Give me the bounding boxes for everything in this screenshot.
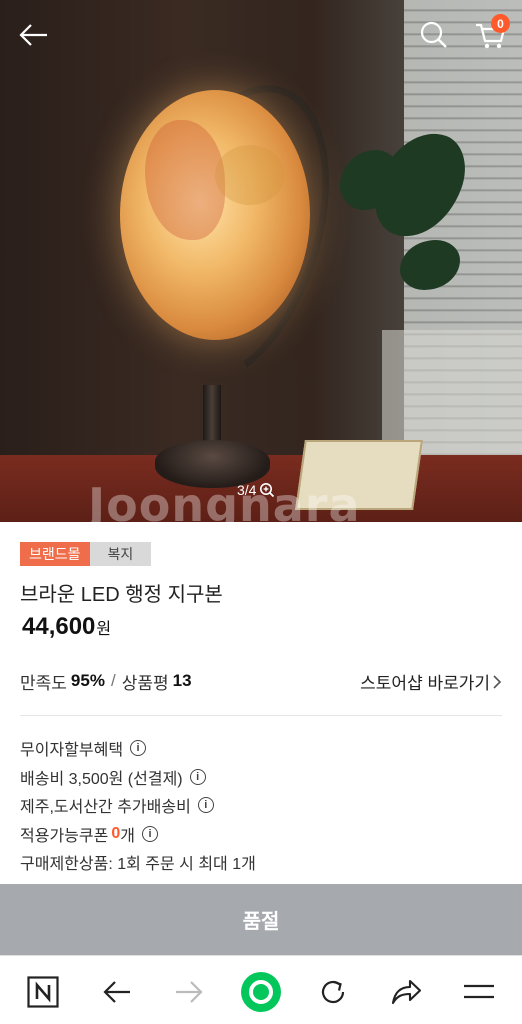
extra-shipping-label: 제주,도서산간 추가배송비 (20, 799, 191, 817)
forward-arrow-icon (176, 981, 203, 1003)
menu-icon (464, 984, 494, 999)
purchase-limit-label: 구매제한상품: 1회 주문 시 최대 1개 (20, 856, 256, 874)
green-dot-icon (241, 972, 281, 1012)
plant-illustration (300, 119, 477, 330)
share-icon (391, 979, 422, 1005)
coupon-label: 적용가능쿠폰 (20, 827, 109, 845)
globe-illustration (120, 90, 310, 340)
search-icon (420, 21, 447, 48)
naver-home-icon (27, 976, 59, 1008)
coupon-count: 0 (111, 824, 121, 842)
back-button[interactable] (14, 18, 54, 52)
price-unit: 원 (96, 621, 112, 638)
info-list: 무이자할부혜택 i 배송비 3,500원 (선결제) i 제주,도서산간 추가배… (20, 734, 256, 877)
nav-back-button[interactable] (95, 970, 139, 1014)
zoom-icon[interactable] (259, 482, 275, 498)
browser-navbar (0, 955, 522, 1024)
refresh-icon (321, 980, 345, 1004)
product-price: 44,600원 (22, 613, 111, 641)
nav-forward-button[interactable] (167, 970, 211, 1014)
review-label: 상품평 (121, 673, 169, 693)
product-title: 브라운 LED 행정 지구본 (20, 584, 223, 606)
info-icon[interactable]: i (189, 768, 206, 785)
review-count: 13 (172, 671, 192, 690)
image-counter[interactable]: 3/4 (237, 482, 275, 498)
cart-count-badge: 0 (491, 14, 510, 33)
info-icon[interactable]: i (130, 740, 147, 757)
brand-mall-tag[interactable]: 브랜드몰 (20, 542, 90, 566)
coupon-unit: 개 (120, 827, 135, 845)
extra-shipping-info: 제주,도서산간 추가배송비 i (20, 791, 256, 820)
product-image[interactable]: Joongnara 3/4 (0, 0, 522, 522)
rating-separator: / (110, 671, 116, 690)
refresh-button[interactable] (311, 970, 355, 1014)
info-icon[interactable]: i (197, 797, 214, 814)
cart-button[interactable]: 0 (470, 14, 512, 54)
top-bar: 0 (0, 0, 522, 70)
search-button[interactable] (415, 16, 453, 54)
soldout-button[interactable]: 품절 (0, 884, 522, 955)
chevron-right-icon (493, 674, 502, 689)
divider (20, 715, 502, 716)
installment-info: 무이자할부혜택 i (20, 734, 256, 763)
back-arrow-icon (19, 24, 47, 46)
product-tags: 브랜드몰 복지 (20, 542, 152, 566)
info-icon[interactable]: i (141, 825, 158, 842)
satisfaction-label: 만족도 (20, 673, 67, 693)
shipping-info: 배송비 3,500원 (선결제) i (20, 763, 256, 792)
image-counter-text: 3/4 (237, 482, 257, 498)
rating-row: 만족도 95% / 상품평 13 스토어샵 바로가기 (20, 669, 502, 693)
price-value: 44,600 (22, 613, 96, 640)
installment-label: 무이자할부혜택 (20, 742, 124, 760)
satisfaction-value: 95% (70, 671, 105, 690)
category-tag[interactable]: 복지 (89, 542, 152, 566)
menu-button[interactable] (457, 970, 501, 1014)
watermark: Joongnara (88, 478, 361, 522)
share-button[interactable] (384, 970, 428, 1014)
back-arrow-icon (103, 981, 130, 1003)
naver-home-button[interactable] (21, 970, 65, 1014)
store-link-label: 스토어샵 바로가기 (360, 674, 490, 693)
green-dot-button[interactable] (239, 970, 283, 1014)
shipping-label: 배송비 3,500원 (선결제) (20, 770, 183, 788)
purchase-limit-info: 구매제한상품: 1회 주문 시 최대 1개 (20, 848, 256, 877)
store-link[interactable]: 스토어샵 바로가기 (360, 669, 502, 694)
coupon-info: 적용가능쿠폰 0 개 i (20, 820, 256, 849)
